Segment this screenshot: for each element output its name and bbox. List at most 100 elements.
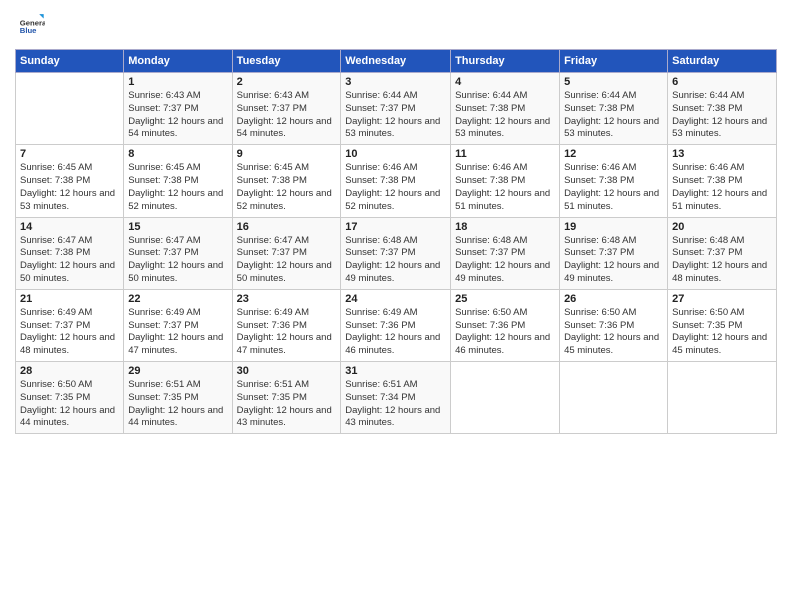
- day-number: 25: [455, 293, 555, 305]
- day-number: 21: [20, 293, 119, 305]
- day-info: Sunrise: 6:49 AM Sunset: 7:37 PM Dayligh…: [128, 307, 227, 358]
- day-cell: 8 Sunrise: 6:45 AM Sunset: 7:38 PM Dayli…: [124, 145, 232, 217]
- day-info: Sunrise: 6:49 AM Sunset: 7:36 PM Dayligh…: [237, 307, 337, 358]
- day-info: Sunrise: 6:50 AM Sunset: 7:36 PM Dayligh…: [564, 307, 663, 358]
- day-cell: 19 Sunrise: 6:48 AM Sunset: 7:37 PM Dayl…: [560, 217, 668, 289]
- logo: General Blue: [15, 10, 47, 43]
- day-number: 9: [237, 148, 337, 160]
- day-info: Sunrise: 6:48 AM Sunset: 7:37 PM Dayligh…: [672, 235, 772, 286]
- day-info: Sunrise: 6:43 AM Sunset: 7:37 PM Dayligh…: [128, 90, 227, 141]
- day-info: Sunrise: 6:43 AM Sunset: 7:37 PM Dayligh…: [237, 90, 337, 141]
- day-cell: 21 Sunrise: 6:49 AM Sunset: 7:37 PM Dayl…: [16, 289, 124, 361]
- day-number: 3: [345, 76, 446, 88]
- day-number: 1: [128, 76, 227, 88]
- day-info: Sunrise: 6:46 AM Sunset: 7:38 PM Dayligh…: [564, 162, 663, 213]
- day-cell: 10 Sunrise: 6:46 AM Sunset: 7:38 PM Dayl…: [341, 145, 451, 217]
- day-cell: 23 Sunrise: 6:49 AM Sunset: 7:36 PM Dayl…: [232, 289, 341, 361]
- day-number: 22: [128, 293, 227, 305]
- day-cell: 29 Sunrise: 6:51 AM Sunset: 7:35 PM Dayl…: [124, 362, 232, 434]
- day-cell: 4 Sunrise: 6:44 AM Sunset: 7:38 PM Dayli…: [451, 73, 560, 145]
- day-number: 27: [672, 293, 772, 305]
- day-cell: 20 Sunrise: 6:48 AM Sunset: 7:37 PM Dayl…: [668, 217, 777, 289]
- day-number: 12: [564, 148, 663, 160]
- day-cell: 22 Sunrise: 6:49 AM Sunset: 7:37 PM Dayl…: [124, 289, 232, 361]
- weekday-monday: Monday: [124, 50, 232, 73]
- day-info: Sunrise: 6:48 AM Sunset: 7:37 PM Dayligh…: [564, 235, 663, 286]
- day-number: 11: [455, 148, 555, 160]
- day-info: Sunrise: 6:50 AM Sunset: 7:36 PM Dayligh…: [455, 307, 555, 358]
- day-info: Sunrise: 6:46 AM Sunset: 7:38 PM Dayligh…: [345, 162, 446, 213]
- week-row-1: 1 Sunrise: 6:43 AM Sunset: 7:37 PM Dayli…: [16, 73, 777, 145]
- day-number: 17: [345, 221, 446, 233]
- day-cell: 31 Sunrise: 6:51 AM Sunset: 7:34 PM Dayl…: [341, 362, 451, 434]
- day-info: Sunrise: 6:47 AM Sunset: 7:37 PM Dayligh…: [237, 235, 337, 286]
- day-info: Sunrise: 6:45 AM Sunset: 7:38 PM Dayligh…: [237, 162, 337, 213]
- day-cell: 17 Sunrise: 6:48 AM Sunset: 7:37 PM Dayl…: [341, 217, 451, 289]
- weekday-thursday: Thursday: [451, 50, 560, 73]
- day-cell: 1 Sunrise: 6:43 AM Sunset: 7:37 PM Dayli…: [124, 73, 232, 145]
- day-number: 15: [128, 221, 227, 233]
- day-info: Sunrise: 6:50 AM Sunset: 7:35 PM Dayligh…: [672, 307, 772, 358]
- day-cell: 26 Sunrise: 6:50 AM Sunset: 7:36 PM Dayl…: [560, 289, 668, 361]
- day-cell: 13 Sunrise: 6:46 AM Sunset: 7:38 PM Dayl…: [668, 145, 777, 217]
- day-cell: 2 Sunrise: 6:43 AM Sunset: 7:37 PM Dayli…: [232, 73, 341, 145]
- day-info: Sunrise: 6:46 AM Sunset: 7:38 PM Dayligh…: [672, 162, 772, 213]
- weekday-saturday: Saturday: [668, 50, 777, 73]
- day-info: Sunrise: 6:47 AM Sunset: 7:38 PM Dayligh…: [20, 235, 119, 286]
- day-cell: [451, 362, 560, 434]
- day-number: 31: [345, 365, 446, 377]
- day-number: 18: [455, 221, 555, 233]
- weekday-wednesday: Wednesday: [341, 50, 451, 73]
- day-number: 28: [20, 365, 119, 377]
- logo-icon: General Blue: [17, 10, 45, 38]
- svg-text:Blue: Blue: [20, 26, 37, 35]
- header: General Blue: [15, 10, 777, 43]
- day-number: 29: [128, 365, 227, 377]
- day-number: 23: [237, 293, 337, 305]
- day-number: 6: [672, 76, 772, 88]
- day-cell: 12 Sunrise: 6:46 AM Sunset: 7:38 PM Dayl…: [560, 145, 668, 217]
- day-number: 24: [345, 293, 446, 305]
- day-info: Sunrise: 6:45 AM Sunset: 7:38 PM Dayligh…: [128, 162, 227, 213]
- day-number: 14: [20, 221, 119, 233]
- day-cell: 6 Sunrise: 6:44 AM Sunset: 7:38 PM Dayli…: [668, 73, 777, 145]
- day-info: Sunrise: 6:46 AM Sunset: 7:38 PM Dayligh…: [455, 162, 555, 213]
- day-info: Sunrise: 6:45 AM Sunset: 7:38 PM Dayligh…: [20, 162, 119, 213]
- day-cell: 30 Sunrise: 6:51 AM Sunset: 7:35 PM Dayl…: [232, 362, 341, 434]
- day-number: 13: [672, 148, 772, 160]
- weekday-header-row: SundayMondayTuesdayWednesdayThursdayFrid…: [16, 50, 777, 73]
- day-info: Sunrise: 6:44 AM Sunset: 7:38 PM Dayligh…: [564, 90, 663, 141]
- week-row-2: 7 Sunrise: 6:45 AM Sunset: 7:38 PM Dayli…: [16, 145, 777, 217]
- day-number: 4: [455, 76, 555, 88]
- day-cell: 18 Sunrise: 6:48 AM Sunset: 7:37 PM Dayl…: [451, 217, 560, 289]
- day-info: Sunrise: 6:51 AM Sunset: 7:35 PM Dayligh…: [128, 379, 227, 430]
- day-number: 16: [237, 221, 337, 233]
- day-cell: 15 Sunrise: 6:47 AM Sunset: 7:37 PM Dayl…: [124, 217, 232, 289]
- day-info: Sunrise: 6:44 AM Sunset: 7:38 PM Dayligh…: [455, 90, 555, 141]
- day-cell: 16 Sunrise: 6:47 AM Sunset: 7:37 PM Dayl…: [232, 217, 341, 289]
- day-number: 30: [237, 365, 337, 377]
- day-cell: [560, 362, 668, 434]
- day-cell: 3 Sunrise: 6:44 AM Sunset: 7:37 PM Dayli…: [341, 73, 451, 145]
- day-cell: 28 Sunrise: 6:50 AM Sunset: 7:35 PM Dayl…: [16, 362, 124, 434]
- day-info: Sunrise: 6:51 AM Sunset: 7:34 PM Dayligh…: [345, 379, 446, 430]
- day-cell: 9 Sunrise: 6:45 AM Sunset: 7:38 PM Dayli…: [232, 145, 341, 217]
- day-info: Sunrise: 6:49 AM Sunset: 7:36 PM Dayligh…: [345, 307, 446, 358]
- day-number: 2: [237, 76, 337, 88]
- day-info: Sunrise: 6:48 AM Sunset: 7:37 PM Dayligh…: [345, 235, 446, 286]
- day-number: 19: [564, 221, 663, 233]
- day-number: 8: [128, 148, 227, 160]
- day-number: 5: [564, 76, 663, 88]
- calendar: SundayMondayTuesdayWednesdayThursdayFrid…: [15, 49, 777, 434]
- weekday-sunday: Sunday: [16, 50, 124, 73]
- week-row-3: 14 Sunrise: 6:47 AM Sunset: 7:38 PM Dayl…: [16, 217, 777, 289]
- day-number: 26: [564, 293, 663, 305]
- week-row-5: 28 Sunrise: 6:50 AM Sunset: 7:35 PM Dayl…: [16, 362, 777, 434]
- day-number: 20: [672, 221, 772, 233]
- weekday-tuesday: Tuesday: [232, 50, 341, 73]
- day-cell: 5 Sunrise: 6:44 AM Sunset: 7:38 PM Dayli…: [560, 73, 668, 145]
- day-number: 10: [345, 148, 446, 160]
- day-info: Sunrise: 6:48 AM Sunset: 7:37 PM Dayligh…: [455, 235, 555, 286]
- day-cell: [668, 362, 777, 434]
- day-cell: 11 Sunrise: 6:46 AM Sunset: 7:38 PM Dayl…: [451, 145, 560, 217]
